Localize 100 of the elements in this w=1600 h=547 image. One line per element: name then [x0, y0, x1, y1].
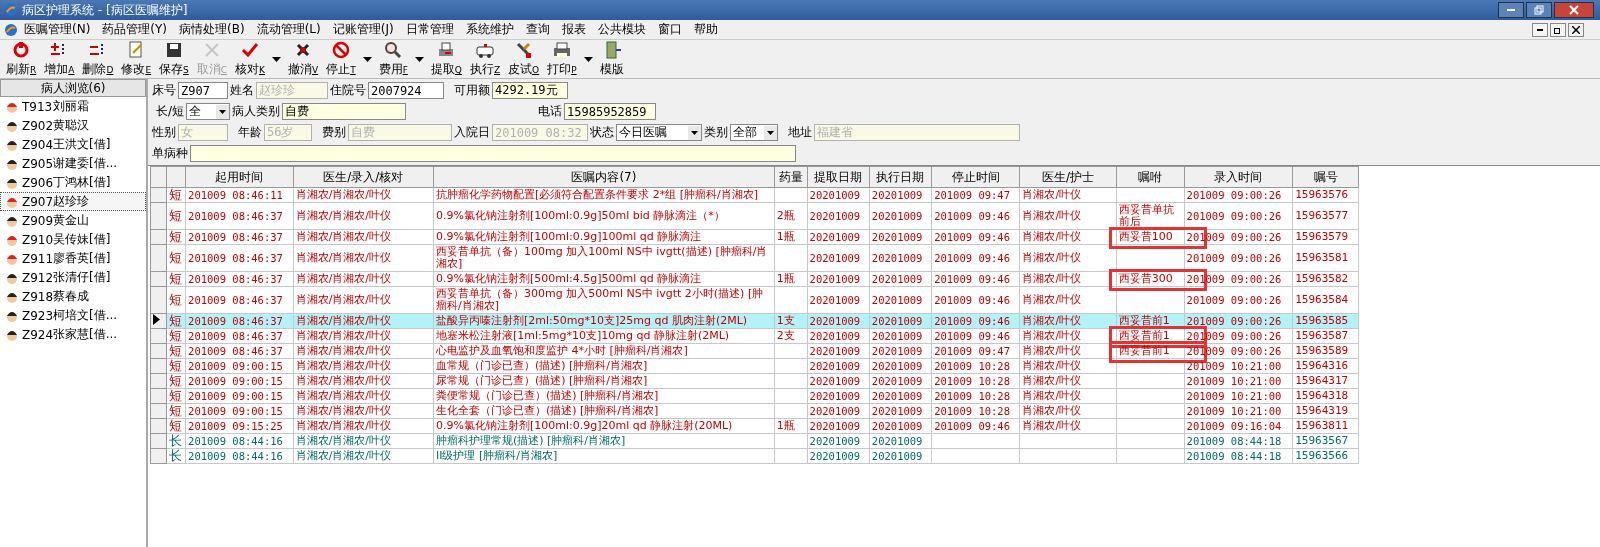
table-cell: 2瓶	[776, 209, 795, 222]
column-header[interactable]: 药量	[774, 166, 808, 188]
minimize-icon	[1507, 9, 1515, 11]
toolbar-button[interactable]: 皮试O	[504, 40, 544, 78]
toolbar-button[interactable]: 撤消V	[284, 40, 323, 78]
table-cell: 201009 09:47	[934, 189, 1010, 201]
patient-item[interactable]: Z910吴传妹[借]	[0, 230, 146, 249]
minimize-button[interactable]	[1532, 22, 1548, 37]
patient-item[interactable]: Z902黄聪汉	[0, 116, 146, 135]
order-type-cell: 短	[166, 403, 186, 419]
table-cell: 肖湘农/叶仪	[1022, 344, 1082, 357]
table-cell: 201009 09:00:26	[1186, 189, 1282, 201]
table-cell: 西妥昔单抗（备）100mg 加入100ml NS中 ivgtt(描述) [肿瘤科/肖湘农]	[436, 245, 768, 270]
patient-item[interactable]: Z918蔡春成	[0, 287, 146, 306]
balance-field[interactable]: 4292.19元	[492, 82, 568, 99]
table-cell: 15963589	[1295, 344, 1349, 357]
table-cell: 201009 09:46	[934, 252, 1010, 264]
table-cell: 201009 08:46:37	[188, 330, 283, 342]
menu-item[interactable]: 医嘱管理(N)	[18, 21, 97, 38]
minimize-button[interactable]	[1498, 2, 1524, 18]
column-header[interactable]: 嘱咐	[1116, 166, 1185, 188]
toolbar-button[interactable]: 执行Z	[465, 40, 505, 78]
column-header[interactable]: 起用时间	[185, 166, 294, 188]
table-cell: 20201009	[809, 330, 861, 342]
toolbar-button[interactable]: 费用F	[374, 40, 412, 78]
close-button[interactable]	[1568, 22, 1584, 37]
menu-item[interactable]: 记账管理(J)	[326, 21, 400, 38]
table-cell: 201009 09:16:04	[1186, 420, 1282, 432]
menu-item[interactable]: 流动管理(L)	[250, 21, 327, 38]
menu-item[interactable]: 药品管理(Y)	[96, 21, 174, 38]
menu-item[interactable]: 公共模块	[591, 21, 652, 38]
table-cell: 西妥昔前1	[1118, 314, 1170, 327]
menu-item[interactable]: 日常管理	[399, 21, 460, 38]
toolbar-button[interactable]: 保存S	[155, 40, 193, 78]
patient-item[interactable]: Z907赵珍珍	[0, 192, 146, 211]
field-label: 长/短	[156, 103, 185, 120]
column-header[interactable]: 停止时间	[931, 166, 1020, 188]
column-header[interactable]: 提取日期	[807, 166, 870, 188]
field-label: 性别	[152, 124, 176, 141]
app-logo-icon	[4, 3, 18, 17]
toolbar-button[interactable]: 模版	[595, 40, 628, 78]
toolbar-button[interactable]: 刷新R	[2, 40, 41, 78]
menu-item[interactable]: 系统维护	[459, 21, 520, 38]
minimize-icon	[1537, 28, 1543, 31]
table-cell: 20201009	[871, 420, 923, 432]
table-cell: 15964317	[1295, 374, 1349, 387]
patient-item[interactable]: Z905谢建委[借...	[0, 154, 146, 173]
menu-item[interactable]: 查询	[519, 21, 556, 38]
toolbar-button[interactable]: 核对K	[231, 40, 269, 78]
table-cell: 20201009	[871, 231, 923, 243]
menu-item[interactable]: 病情处理(B)	[173, 21, 251, 38]
patient-item[interactable]: Z912张清仔[借]	[0, 268, 146, 287]
table-cell: 肖湘农/叶仪	[1022, 359, 1082, 372]
table-cell: 15964316	[1295, 359, 1349, 372]
toolbar-button[interactable]: 提取Q	[426, 40, 466, 78]
term-dropdown[interactable]: 全	[186, 103, 231, 120]
toolbar-button[interactable]: 删除 D	[78, 40, 118, 78]
order-type-cell: 短	[166, 187, 186, 203]
toolbar-button[interactable]: 打印 P	[543, 40, 581, 78]
column-header[interactable]: 执行日期	[869, 166, 932, 188]
close-button[interactable]	[1554, 2, 1594, 18]
field-label: 电话	[538, 103, 563, 120]
patient-item[interactable]: Z911廖香英[借]	[0, 249, 146, 268]
table-cell: 201009 08:44:16	[188, 435, 283, 447]
column-header[interactable]: 医生/录入/核对	[293, 166, 434, 188]
column-header[interactable]: 嘱号	[1292, 166, 1359, 188]
patient-item[interactable]: Z909黄金山	[0, 211, 146, 230]
table-cell: 201009 09:00:15	[188, 360, 283, 372]
menu-item[interactable]: 帮助	[687, 21, 724, 38]
column-header[interactable]: 医生/护士	[1019, 166, 1117, 188]
disease-field[interactable]	[190, 145, 796, 162]
order-type-cell: 短	[166, 388, 186, 404]
order-type-cell: 短	[166, 328, 186, 344]
menu-item[interactable]: 报表	[555, 21, 592, 38]
restore-button[interactable]	[1550, 22, 1566, 37]
toolbar-button[interactable]: 增加A	[40, 40, 79, 78]
bed-field[interactable]: Z907	[178, 82, 228, 99]
table-cell: 肖湘农/肖湘农/叶仪	[295, 374, 392, 387]
status-dropdown[interactable]: 今日医嘱	[616, 124, 702, 141]
category-dropdown[interactable]: 全部	[730, 124, 778, 141]
menu-item[interactable]: 窗口	[651, 21, 688, 38]
patient-item[interactable]: Z906丁鸿林[借]	[0, 173, 146, 192]
patient-item[interactable]: Z923柯培文[借...	[0, 306, 146, 325]
admission-number-field[interactable]: 2007924	[368, 82, 444, 99]
table-cell: 肿瘤科护理常规(描述) [肿瘤科/肖湘农]	[436, 434, 626, 447]
patient-item[interactable]: Z904王洪文[借]	[0, 135, 146, 154]
toolbar-button[interactable]: 停止T	[322, 40, 360, 78]
patient-type-field[interactable]: 自费	[282, 103, 407, 120]
column-header[interactable]: 录入时间	[1184, 166, 1293, 188]
patient-item[interactable]: T913刘丽霜	[0, 97, 146, 116]
table-cell: 20201009	[809, 360, 861, 372]
phone-field[interactable]: 15985952859	[564, 103, 657, 120]
toolbar-button[interactable]: 修改 E	[117, 40, 156, 78]
table-cell: 肖湘农/肖湘农/叶仪	[295, 344, 392, 357]
maximize-button[interactable]	[1526, 2, 1552, 18]
table-cell: 西妥昔前1	[1118, 344, 1170, 357]
column-header[interactable]: 医嘱内容(7)	[433, 166, 775, 188]
order-type-cell: 短	[166, 343, 186, 359]
patient-item[interactable]: Z924张家慧[借...	[0, 325, 146, 344]
table-cell: 血常规（门诊已查）(描述) [肿瘤科/肖湘农]	[436, 359, 648, 372]
